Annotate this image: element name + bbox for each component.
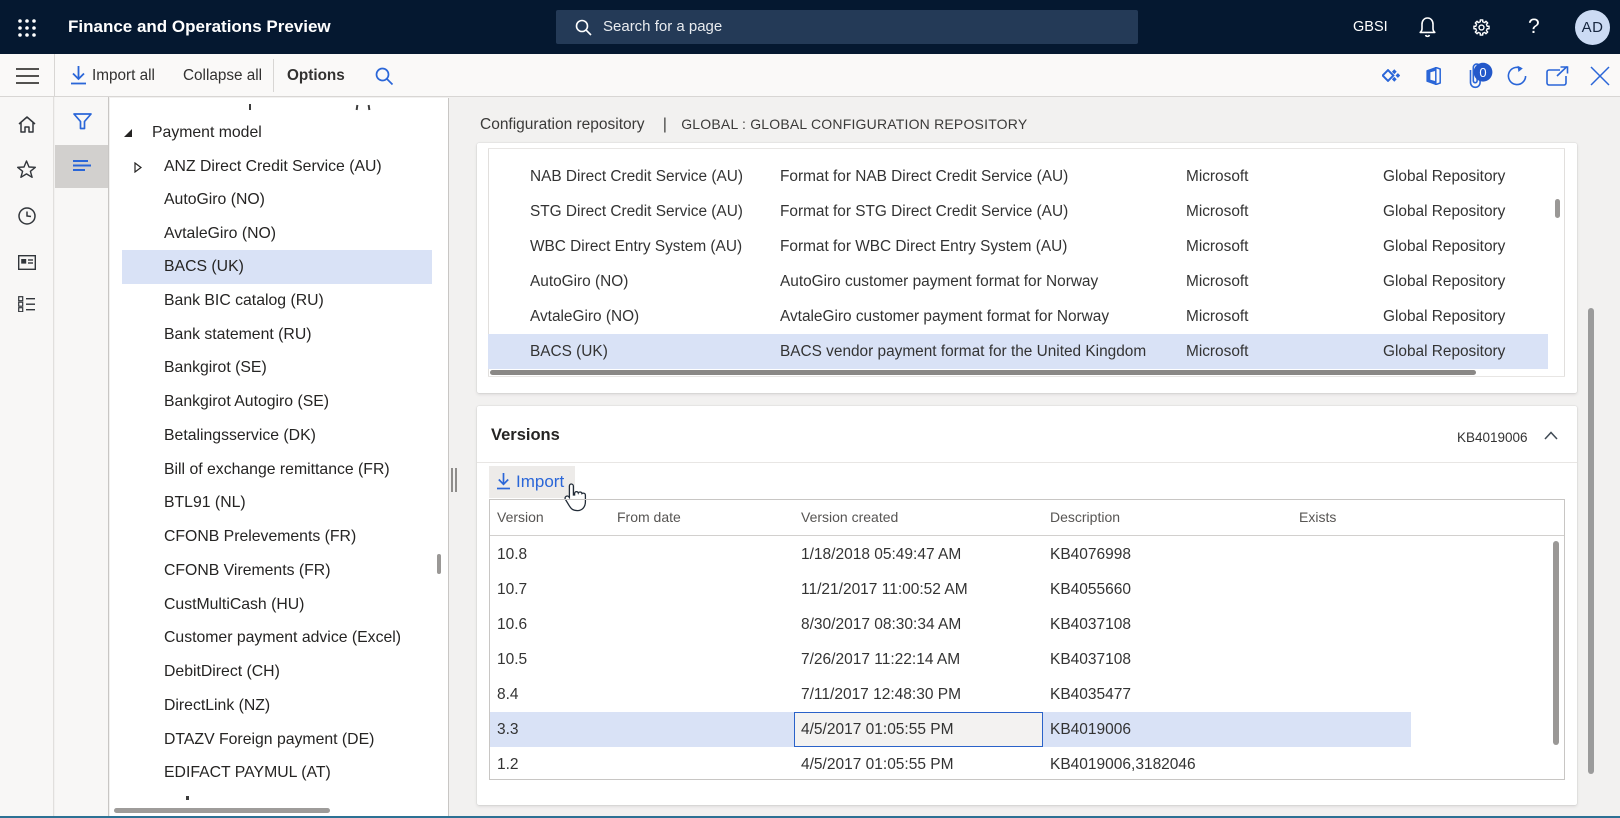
svg-text:0: 0 <box>1479 65 1486 80</box>
